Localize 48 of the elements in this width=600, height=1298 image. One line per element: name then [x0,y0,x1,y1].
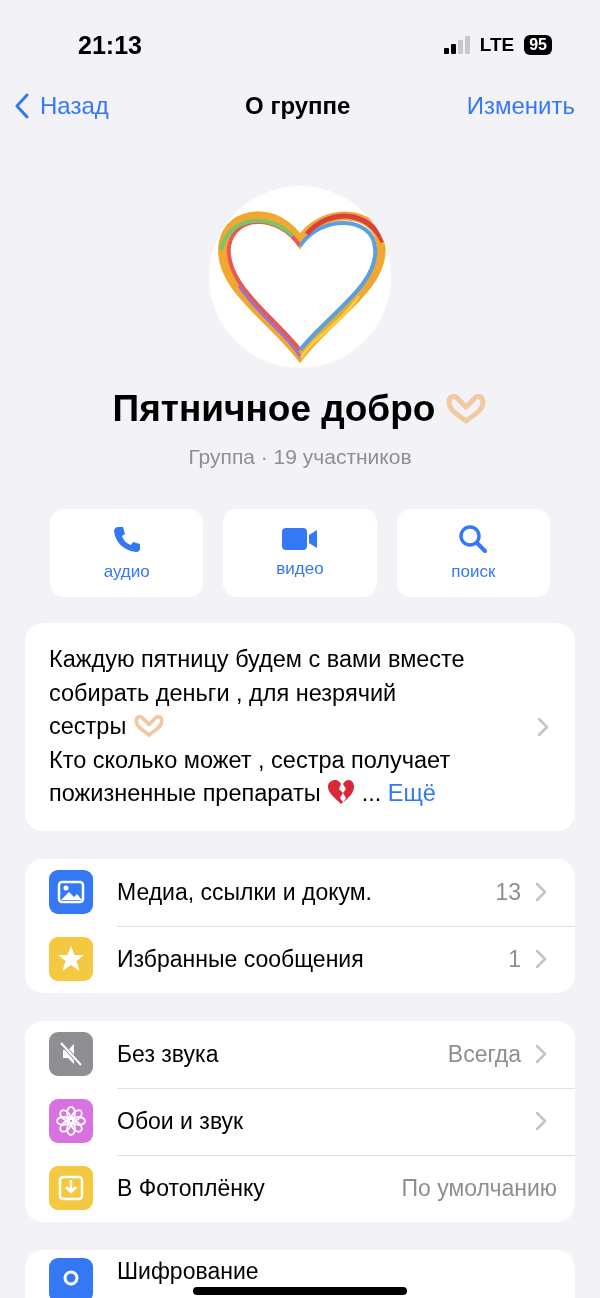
row-label: Шифрование [117,1257,260,1285]
member-count: Группа · 19 участников [188,445,412,469]
more-link[interactable]: Ещё [387,780,436,806]
battery-level: 95 [524,35,552,55]
settings-row[interactable]: Без звука Всегда [25,1020,575,1088]
row-label: Без звука [117,1040,220,1068]
description-text: сестры [49,713,127,739]
row-label: Обои и звук [117,1107,245,1135]
screen-title: О группе [245,92,351,120]
row-value: Всегда [447,1040,521,1068]
signal-icon [443,36,470,54]
download-icon [49,1166,93,1210]
network-type: LTE [479,34,515,56]
settings-row[interactable]: Медиа, ссылки и докум. 13 [25,858,575,926]
image-icon [49,870,93,914]
row-label: Медиа, ссылки и докум. [117,878,373,906]
description-card[interactable]: Каждую пятницу будем с вами вместе собирать деньги , для незрячий сестры Кто сколько может , сестра получает пожизненные препараты ... Ещё [25,623,575,831]
chevron-right-icon [537,716,549,737]
row-label: В Фотоплёнку [117,1174,266,1202]
flower-icon [49,1099,93,1143]
description-text: собирать деньги , для незрячий [49,679,397,706]
broken-heart-icon [327,779,356,805]
search-icon [458,524,489,554]
status-time: 21:13 [78,30,142,60]
settings-row[interactable]: Шифрование [25,1249,575,1298]
settings-row[interactable]: Обои и звук [25,1087,575,1155]
back-button[interactable]: Назад [14,92,109,120]
description-text: пожизненные препараты [49,780,321,806]
row-value: По умолчанию [401,1174,557,1202]
settings-row[interactable]: Избранные сообщения 1 [25,925,575,993]
muted-speaker-icon [49,1032,93,1076]
edit-button[interactable]: Изменить [466,92,575,120]
row-value: 13 [495,878,521,906]
video-camera-icon [282,527,318,551]
row-value: 1 [508,945,521,973]
description-text: Кто сколько может , сестра получает [49,746,451,773]
chevron-left-icon [14,93,30,119]
row-label: Избранные сообщения [117,945,365,973]
audio-button[interactable]: аудио [50,509,204,597]
description-text: Каждую пятницу будем с вами вместе [49,646,465,672]
heart-hands-icon [132,714,165,738]
search-button[interactable]: поиск [396,509,550,597]
video-button[interactable]: видео [223,509,377,597]
group-name: Пятничное добро [112,388,436,430]
ellipsis-text: ... [361,780,382,806]
phone-icon [111,524,142,554]
heart-hands-icon [445,393,488,425]
settings-row[interactable]: В Фотоплёнку По умолчанию [25,1154,575,1222]
